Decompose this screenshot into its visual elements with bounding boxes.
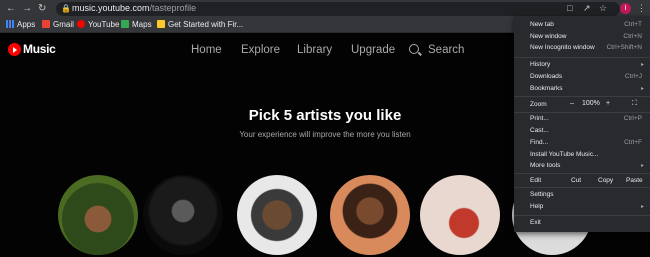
menu-edit-label: Edit <box>530 177 542 184</box>
menu-divider <box>514 187 650 188</box>
menu-new-incognito[interactable]: New Incognito window <box>530 44 595 52</box>
address-bar[interactable]: 🔒 music.youtube.com/tasteprofile <box>56 2 620 16</box>
profile-avatar[interactable]: I <box>620 3 631 14</box>
artist-card[interactable] <box>420 175 500 255</box>
play-logo-icon <box>8 43 21 56</box>
shortcut-print: Ctrl+P <box>623 115 642 122</box>
shortcut-new-window: Ctrl+N <box>623 33 642 40</box>
url-text: music.youtube.com/tasteprofile <box>72 3 197 13</box>
menu-cast[interactable]: Cast... <box>530 127 549 135</box>
chrome-menu-icon[interactable]: ⋮ <box>637 3 646 14</box>
zoom-out-button[interactable]: – <box>570 100 574 108</box>
brand-name: Music <box>23 42 56 56</box>
zoom-level: 100% <box>582 100 600 107</box>
menu-install-app[interactable]: Install YouTube Music... <box>530 151 598 159</box>
firebase-icon <box>157 20 165 28</box>
youtube-icon <box>77 20 85 28</box>
menu-divider <box>514 112 650 113</box>
menu-exit[interactable]: Exit <box>530 219 541 227</box>
zoom-in-button[interactable]: + <box>606 100 610 108</box>
search-icon[interactable] <box>409 44 419 54</box>
bookmark-youtube[interactable]: YouTube <box>77 19 119 31</box>
artist-card[interactable] <box>237 175 317 255</box>
chrome-menu: New tab Ctrl+T New window Ctrl+N New Inc… <box>514 16 650 232</box>
artist-card[interactable] <box>143 175 223 255</box>
nav-library[interactable]: Library <box>297 44 332 56</box>
nav-home[interactable]: Home <box>191 44 222 56</box>
apps-grid-icon <box>6 20 14 28</box>
artist-card[interactable] <box>58 175 138 255</box>
menu-bookmarks[interactable]: Bookmarks <box>530 85 563 93</box>
menu-print[interactable]: Print... <box>530 115 549 123</box>
bookmark-firebase[interactable]: Get Started with Fir... <box>157 19 243 31</box>
bookmark-gmail[interactable]: Gmail <box>42 19 74 31</box>
menu-settings[interactable]: Settings <box>530 191 554 199</box>
menu-zoom-label: Zoom <box>530 101 547 108</box>
shortcut-find: Ctrl+F <box>624 139 642 146</box>
nav-search[interactable]: Search <box>428 44 464 56</box>
menu-history[interactable]: History <box>530 61 550 69</box>
menu-find[interactable]: Find... <box>530 139 548 147</box>
edit-cut-button[interactable]: Cut <box>571 177 581 185</box>
menu-divider <box>514 215 650 216</box>
forward-icon[interactable]: → <box>22 3 32 15</box>
edit-copy-button[interactable]: Copy <box>598 177 613 185</box>
gmail-icon <box>42 20 50 28</box>
bookmark-star-icon[interactable]: ☆ <box>599 3 607 14</box>
submenu-arrow-icon: ▸ <box>640 62 644 68</box>
artist-card[interactable] <box>330 175 410 255</box>
shortcut-incognito: Ctrl+Shift+N <box>606 44 642 51</box>
nav-explore[interactable]: Explore <box>241 44 280 56</box>
submenu-arrow-icon: ▸ <box>640 204 644 210</box>
menu-more-tools[interactable]: More tools <box>530 162 560 170</box>
back-icon[interactable]: ← <box>6 3 16 15</box>
submenu-arrow-icon: ▸ <box>640 86 644 92</box>
menu-divider <box>514 57 650 58</box>
shortcut-new-tab: Ctrl+T <box>624 21 642 28</box>
menu-divider <box>514 173 650 174</box>
menu-help[interactable]: Help <box>530 203 543 211</box>
menu-new-window[interactable]: New window <box>530 33 567 41</box>
install-app-icon[interactable]: □ <box>567 3 572 13</box>
menu-downloads[interactable]: Downloads <box>530 73 562 81</box>
bookmark-apps[interactable]: Apps <box>6 19 35 31</box>
maps-icon <box>121 20 129 28</box>
share-icon[interactable]: ↗ <box>583 3 591 14</box>
bookmark-maps[interactable]: Maps <box>121 19 152 31</box>
nav-upgrade[interactable]: Upgrade <box>351 44 395 56</box>
edit-paste-button[interactable]: Paste <box>626 177 643 185</box>
menu-divider <box>514 96 650 97</box>
lock-icon: 🔒 <box>61 4 71 13</box>
menu-new-tab[interactable]: New tab <box>530 21 554 29</box>
reload-icon[interactable]: ↻ <box>38 3 46 15</box>
shortcut-downloads: Ctrl+J <box>624 73 642 80</box>
submenu-arrow-icon: ▸ <box>640 163 644 169</box>
fullscreen-icon[interactable]: ⛶ <box>632 100 637 108</box>
